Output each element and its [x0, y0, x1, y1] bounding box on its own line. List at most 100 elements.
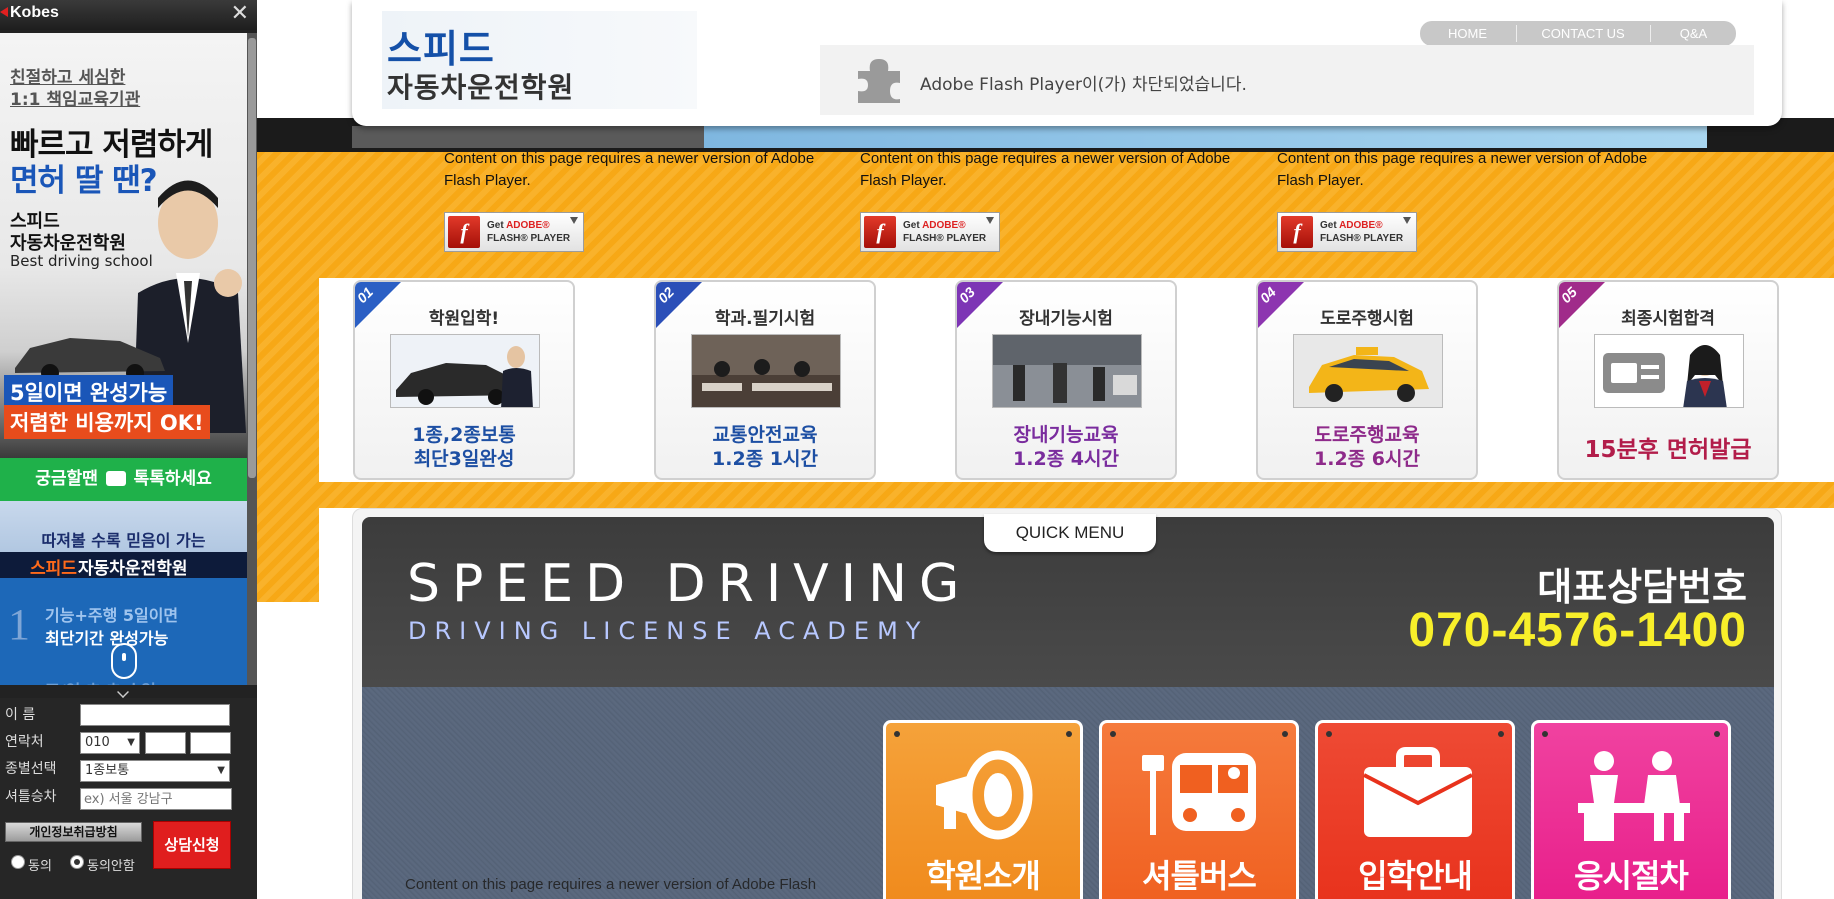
step-desc-1: 15분후 면허발급	[1584, 437, 1752, 463]
close-icon[interactable]: ✕	[231, 3, 249, 25]
pin-icon	[1110, 731, 1116, 737]
name-label: 이 름	[5, 707, 36, 723]
dropdown-caret-icon: ▼	[127, 737, 135, 748]
ad-badge-five-days: 5일이면 완성가능	[4, 375, 174, 409]
flash-button-line-1: Get ADOBE®	[487, 220, 550, 231]
logo-line-1: 스피드	[387, 27, 495, 71]
step-desc-2: 1.2종 1시간	[712, 448, 818, 470]
quick-button-label: 학원소개	[926, 857, 1041, 895]
agree-radio[interactable]	[11, 855, 25, 869]
sidebar-scrollbar-thumb[interactable]	[248, 38, 256, 478]
flash-adobe-label: ADOBE®	[1339, 220, 1383, 231]
flash-required-message: Content on this page requires a newer ve…	[405, 876, 817, 893]
pin-icon	[1542, 731, 1548, 737]
quick-button-procedure[interactable]: 응시절차	[1531, 720, 1731, 899]
flash-button-line-2: FLASH® PLAYER	[1320, 233, 1404, 244]
get-flash-player-button[interactable]: f Get ADOBE® FLASH® PLAYER	[444, 212, 584, 252]
banner-line-5: 조/연 초 초 수업	[45, 677, 156, 685]
flash-logo-icon: f	[448, 216, 480, 248]
nav-contact-us[interactable]: CONTACT US	[1517, 21, 1649, 46]
bus-icon	[1142, 753, 1256, 835]
ad-tagline-2: 1:1 책임교육기관	[10, 90, 141, 110]
license-type-select[interactable]: 1종보통 ▼	[80, 760, 230, 782]
flash-blocked-placeholder[interactable]: Adobe Flash Player이(가) 차단되었습니다.	[820, 45, 1754, 115]
step-number: 05	[1557, 283, 1580, 307]
flash-get-label: Get	[487, 220, 507, 231]
banner-slide-number: 1	[8, 600, 30, 649]
brand-subtitle: DRIVING LICENSE ACADEMY	[408, 617, 929, 645]
banner-brand-suffix: 자동차운전학원	[78, 559, 188, 579]
chevron-down-icon[interactable]	[117, 686, 129, 698]
rep-phone-number[interactable]: 070-4576-1400	[1407, 603, 1747, 658]
sidebar-rolling-banner[interactable]: 따져볼 수록 믿음이 가는 스피드 자동차운전학원 1 기능+주행 5일이면 최…	[0, 501, 247, 685]
flash-logo-icon: f	[1281, 216, 1313, 248]
ad-badge-cheap: 저렴한 비용까지 OK!	[4, 405, 210, 439]
pin-icon	[894, 731, 900, 737]
step-card-3[interactable]: 03 장내기능시험 장내기능교육 1.2종 4시간	[955, 280, 1177, 480]
sidebar-ad-panel: Kobes ✕ 친절하고 세심한 1:1 책임교육기관 빠르고 저렴하게 면허 …	[0, 0, 257, 899]
flash-button-line-2: FLASH® PLAYER	[487, 233, 571, 244]
phone-prefix-value: 010	[85, 735, 110, 750]
flash-blocked-text: Adobe Flash Player이(가) 차단되었습니다.	[920, 75, 1247, 95]
brand-title: SPEED DRIVING	[407, 554, 972, 614]
name-input[interactable]	[80, 704, 230, 726]
banner-line-4: 최단기간 완성가능	[45, 629, 169, 648]
step-card-5[interactable]: 05 최종시험합격 15분후 면허발급	[1557, 280, 1779, 480]
flash-required-message: Content on this page requires a newer ve…	[444, 150, 815, 189]
step-title: 도로주행시험	[1320, 309, 1414, 329]
quick-menu-tab[interactable]: QUICK MENU	[984, 514, 1156, 552]
dropdown-caret-icon: ▼	[217, 765, 225, 776]
flash-required-message: Content on this page requires a newer ve…	[860, 150, 1231, 189]
flash-get-label: Get	[1320, 220, 1340, 231]
banner-line-3: 기능+주행 5일이면	[45, 606, 179, 625]
chat-icon	[105, 471, 126, 486]
megaphone-icon	[936, 750, 1033, 840]
phone-middle-input[interactable]	[145, 732, 186, 754]
apply-consult-button[interactable]: 상담신청	[153, 821, 231, 869]
nav-qna[interactable]: Q&A	[1651, 21, 1736, 46]
quick-button-shuttle[interactable]: 셔틀버스	[1099, 720, 1299, 899]
flash-get-label: Get	[903, 220, 923, 231]
step-desc-1: 도로주행교육	[1314, 424, 1420, 446]
sidebar-titlebar: Kobes ✕	[0, 0, 257, 30]
get-flash-player-button[interactable]: f Get ADOBE® FLASH® PLAYER	[860, 212, 1000, 252]
step-card-4[interactable]: 04 도로주행시험 도로주행교육 1.2종 6시간	[1256, 280, 1478, 480]
download-arrow-icon	[570, 217, 578, 224]
pin-icon	[1714, 731, 1720, 737]
flash-button-line-1: Get ADOBE®	[1320, 220, 1383, 231]
disagree-radio[interactable]	[70, 855, 84, 869]
disagree-label: 동의안함	[87, 859, 135, 874]
kakao-post-label: 톡톡하세요	[133, 469, 212, 489]
kobes-logo: Kobes	[10, 4, 59, 21]
step-card-1[interactable]: 01 학원입학! 1종,2종보통 최단3일완성	[353, 280, 575, 480]
flash-required-message: Content on this page requires a newer ve…	[1277, 150, 1648, 189]
quick-button-intro[interactable]: 학원소개	[883, 720, 1083, 899]
agree-label: 동의	[28, 859, 52, 874]
kakao-talk-button[interactable]: 궁금할땐 톡톡하세요	[0, 458, 247, 501]
flash-adobe-label: ADOBE®	[922, 220, 966, 231]
header-gray-strip	[352, 126, 704, 148]
nav-home[interactable]: HOME	[1420, 21, 1515, 46]
flash-adobe-label: ADOBE®	[506, 220, 550, 231]
step-title: 학과.필기시험	[714, 309, 816, 329]
briefcase-icon	[1363, 747, 1473, 837]
step-card-2[interactable]: 02 학과.필기시험 교통안전교육 1.2종 1시간	[654, 280, 876, 480]
quick-button-label: 입학안내	[1358, 857, 1473, 895]
flash-button-line-1: Get ADOBE®	[903, 220, 966, 231]
privacy-policy-button[interactable]: 개인정보취급방침	[5, 822, 142, 842]
sidebar-ad-banner[interactable]: 친절하고 세심한 1:1 책임교육기관 빠르고 저렴하게 면허 딸 땐? 스피드…	[0, 33, 247, 458]
step-desc-2: 최단3일완성	[413, 448, 515, 470]
get-flash-player-button[interactable]: f Get ADOBE® FLASH® PLAYER	[1277, 212, 1417, 252]
step-image-taxi	[1293, 334, 1443, 408]
pin-icon	[1326, 731, 1332, 737]
step-desc-2: 1.2종 4시간	[1013, 448, 1119, 470]
main-page: 스피드 자동차운전학원 HOME CONTACT US Q&A Adobe Fl…	[257, 0, 1834, 899]
quick-button-admission[interactable]: 입학안내	[1315, 720, 1515, 899]
consult-form: 이 름 연락처 010 ▼ 종별선택 1종보통 ▼ 셔틀승차 개인정보취급방침 …	[0, 698, 257, 899]
pin-icon	[1066, 731, 1072, 737]
step-image-license	[1594, 334, 1744, 408]
step-image-car	[390, 334, 540, 408]
phone-last-input[interactable]	[190, 732, 231, 754]
shuttle-input[interactable]	[80, 788, 232, 810]
phone-prefix-select[interactable]: 010 ▼	[80, 732, 140, 754]
